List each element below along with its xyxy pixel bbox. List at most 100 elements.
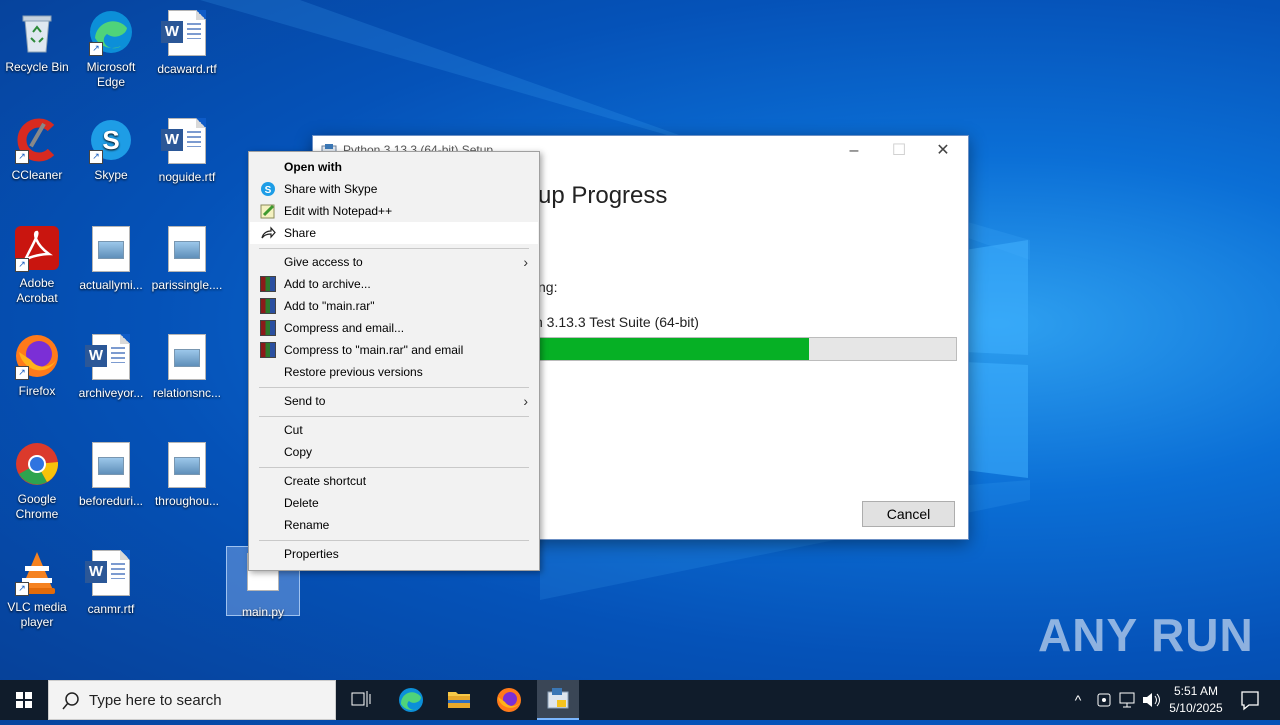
menu-item-edit-with-notepadpp[interactable]: Edit with Notepad++: [250, 200, 538, 222]
desktop-icon-label: main.py: [241, 605, 285, 619]
chrome-icon: [16, 443, 59, 485]
taskbar-clock[interactable]: 5:51 AM 5/10/2025: [1164, 683, 1228, 717]
menu-item-label: Add to "main.rar": [284, 299, 375, 313]
desktop-icon-canmr[interactable]: W canmr.rtf: [74, 548, 148, 617]
clock-date: 5/10/2025: [1169, 701, 1223, 715]
desktop-icon-ccleaner[interactable]: ↗ CCleaner: [0, 116, 74, 183]
desktop-icon-chrome[interactable]: Google Chrome: [0, 440, 74, 522]
minimize-button[interactable]: –: [843, 140, 865, 162]
folder-icon: [448, 692, 470, 708]
windows-logo-icon: [16, 692, 32, 708]
menu-item-label: Open with: [284, 160, 342, 174]
winrar-icon: [260, 298, 276, 314]
maximize-button[interactable]: ☐: [888, 140, 910, 162]
desktop-icon-acrobat[interactable]: ↗ Adobe Acrobat: [0, 224, 74, 306]
taskbar: Type here to search ^ 5:51 AM 5/10/2025: [0, 680, 1280, 720]
desktop-icon-vlc[interactable]: ↗ VLC media player: [0, 548, 74, 630]
desktop-icon-noguide[interactable]: W noguide.rtf: [150, 116, 224, 185]
word-document-icon: W: [85, 334, 130, 380]
svg-text:S: S: [102, 125, 119, 155]
taskbar-file-explorer[interactable]: [438, 680, 480, 720]
menu-item-label: Cut: [284, 423, 303, 437]
network-icon[interactable]: [1117, 680, 1137, 720]
search-placeholder: Type here to search: [89, 692, 222, 709]
close-button[interactable]: ✕: [932, 140, 954, 162]
notifications-icon[interactable]: [1230, 680, 1270, 720]
menu-item-cut[interactable]: Cut: [250, 419, 538, 441]
desktop-icon-skype[interactable]: S ↗ Skype: [74, 116, 148, 183]
menu-item-create-shortcut[interactable]: Create shortcut: [250, 470, 538, 492]
desktop-icon-edge[interactable]: ↗ Microsoft Edge: [74, 8, 148, 90]
menu-item-properties[interactable]: Properties: [250, 543, 538, 565]
system-tray-app-icon[interactable]: [1094, 680, 1114, 720]
desktop-icon-recycle-bin[interactable]: Recycle Bin: [0, 8, 74, 75]
start-button[interactable]: [0, 680, 48, 720]
menu-item-open-with[interactable]: Open with: [250, 156, 538, 178]
winrar-icon: [260, 320, 276, 336]
cancel-button[interactable]: Cancel: [862, 501, 955, 527]
winrar-icon: [260, 276, 276, 292]
menu-item-delete[interactable]: Delete: [250, 492, 538, 514]
menu-separator: [259, 540, 529, 541]
winrar-icon: [260, 342, 276, 358]
desktop-icon-dcaward[interactable]: W dcaward.rtf: [150, 8, 224, 77]
menu-item-share-with-skype[interactable]: S Share with Skype: [250, 178, 538, 200]
menu-item-add-to-main-rar[interactable]: Add to "main.rar": [250, 295, 538, 317]
menu-item-rename[interactable]: Rename: [250, 514, 538, 536]
clock-time: 5:51 AM: [1173, 684, 1219, 698]
shortcut-arrow-icon: ↗: [15, 366, 29, 380]
menu-item-label: Share: [284, 226, 317, 240]
image-file-icon: [168, 442, 206, 488]
volume-icon[interactable]: [1140, 680, 1162, 720]
desktop-icon-firefox[interactable]: ↗ Firefox: [0, 332, 74, 399]
desktop-icon-archiveyor[interactable]: W archiveyor...: [74, 332, 148, 401]
desktop-icon-parissingle[interactable]: parissingle....: [150, 224, 224, 293]
progress-fill: [536, 338, 809, 360]
taskbar-edge[interactable]: [390, 680, 432, 720]
desktop-icon-relationsnc[interactable]: relationsnc...: [150, 332, 224, 401]
menu-item-label: Rename: [284, 518, 330, 532]
menu-separator: [259, 416, 529, 417]
menu-item-add-to-archive[interactable]: Add to archive...: [250, 273, 538, 295]
word-document-icon: W: [161, 10, 206, 56]
menu-item-compress-and-email[interactable]: Compress and email...: [250, 317, 538, 339]
menu-item-label: Delete: [284, 496, 319, 510]
menu-item-label: Copy: [284, 445, 313, 459]
menu-item-label: Compress to "main.rar" and email: [284, 343, 464, 357]
task-view-icon: [351, 691, 371, 707]
desktop-icon-beforeduri[interactable]: beforeduri...: [74, 440, 148, 509]
menu-item-send-to[interactable]: Send to ›: [250, 390, 538, 412]
python-setup-icon: [547, 688, 569, 709]
anyrun-watermark: ANY RUN: [1038, 609, 1254, 661]
desktop-icon-actuallymi[interactable]: actuallymi...: [74, 224, 148, 293]
edge-icon: [399, 688, 423, 712]
desktop-icon-throughou[interactable]: throughou...: [150, 440, 224, 509]
word-document-icon: W: [85, 550, 130, 596]
desktop-icon-label: Microsoft Edge: [86, 60, 136, 89]
context-menu[interactable]: Open with S Share with Skype Edit with N…: [248, 151, 540, 571]
taskbar-python-setup[interactable]: [537, 680, 579, 720]
svg-text:S: S: [265, 185, 272, 196]
taskbar-search-box[interactable]: Type here to search: [48, 680, 336, 720]
image-file-icon: [92, 442, 130, 488]
share-icon: [261, 226, 276, 239]
notepadpp-icon: [260, 204, 275, 219]
desktop-icon-label: VLC media player: [7, 600, 67, 629]
menu-item-label: Add to archive...: [284, 277, 371, 291]
desktop-icon-label: CCleaner: [11, 168, 63, 182]
taskbar-firefox[interactable]: [488, 680, 530, 720]
menu-item-share[interactable]: Share: [250, 222, 538, 244]
shortcut-arrow-icon: ↗: [89, 150, 103, 164]
desktop-icon-label: parissingle....: [151, 278, 223, 292]
desktop-icon-label: relationsnc...: [152, 386, 222, 400]
show-hidden-icons-chevron[interactable]: ^: [1068, 680, 1088, 720]
menu-item-compress-to-main-rar-email[interactable]: Compress to "main.rar" and email: [250, 339, 538, 361]
task-view-button[interactable]: [340, 680, 380, 720]
menu-item-copy[interactable]: Copy: [250, 441, 538, 463]
menu-item-give-access-to[interactable]: Give access to ›: [250, 251, 538, 273]
chevron-right-icon: ›: [523, 254, 528, 270]
menu-item-label: Compress and email...: [284, 321, 405, 335]
desktop-icon-label: throughou...: [154, 494, 220, 508]
image-file-icon: [168, 334, 206, 380]
menu-item-restore-previous-versions[interactable]: Restore previous versions: [250, 361, 538, 383]
